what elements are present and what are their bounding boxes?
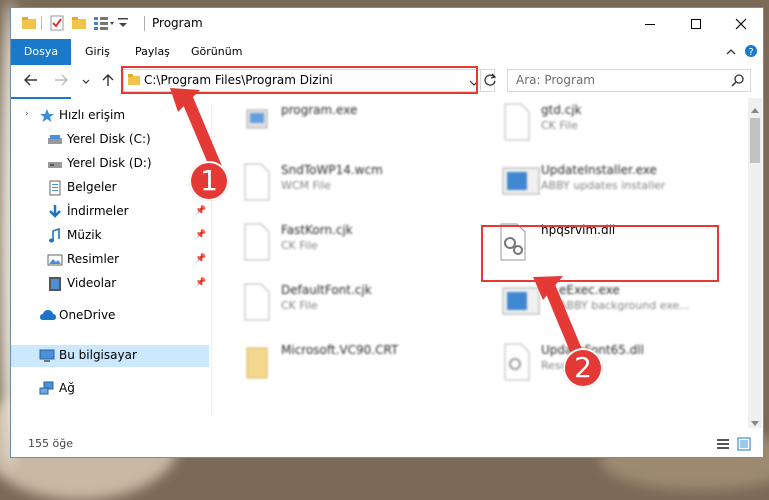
step-2-badge: 2 [563, 348, 603, 388]
annotation-arrows [170, 88, 586, 366]
step-1-badge: 1 [189, 161, 229, 201]
